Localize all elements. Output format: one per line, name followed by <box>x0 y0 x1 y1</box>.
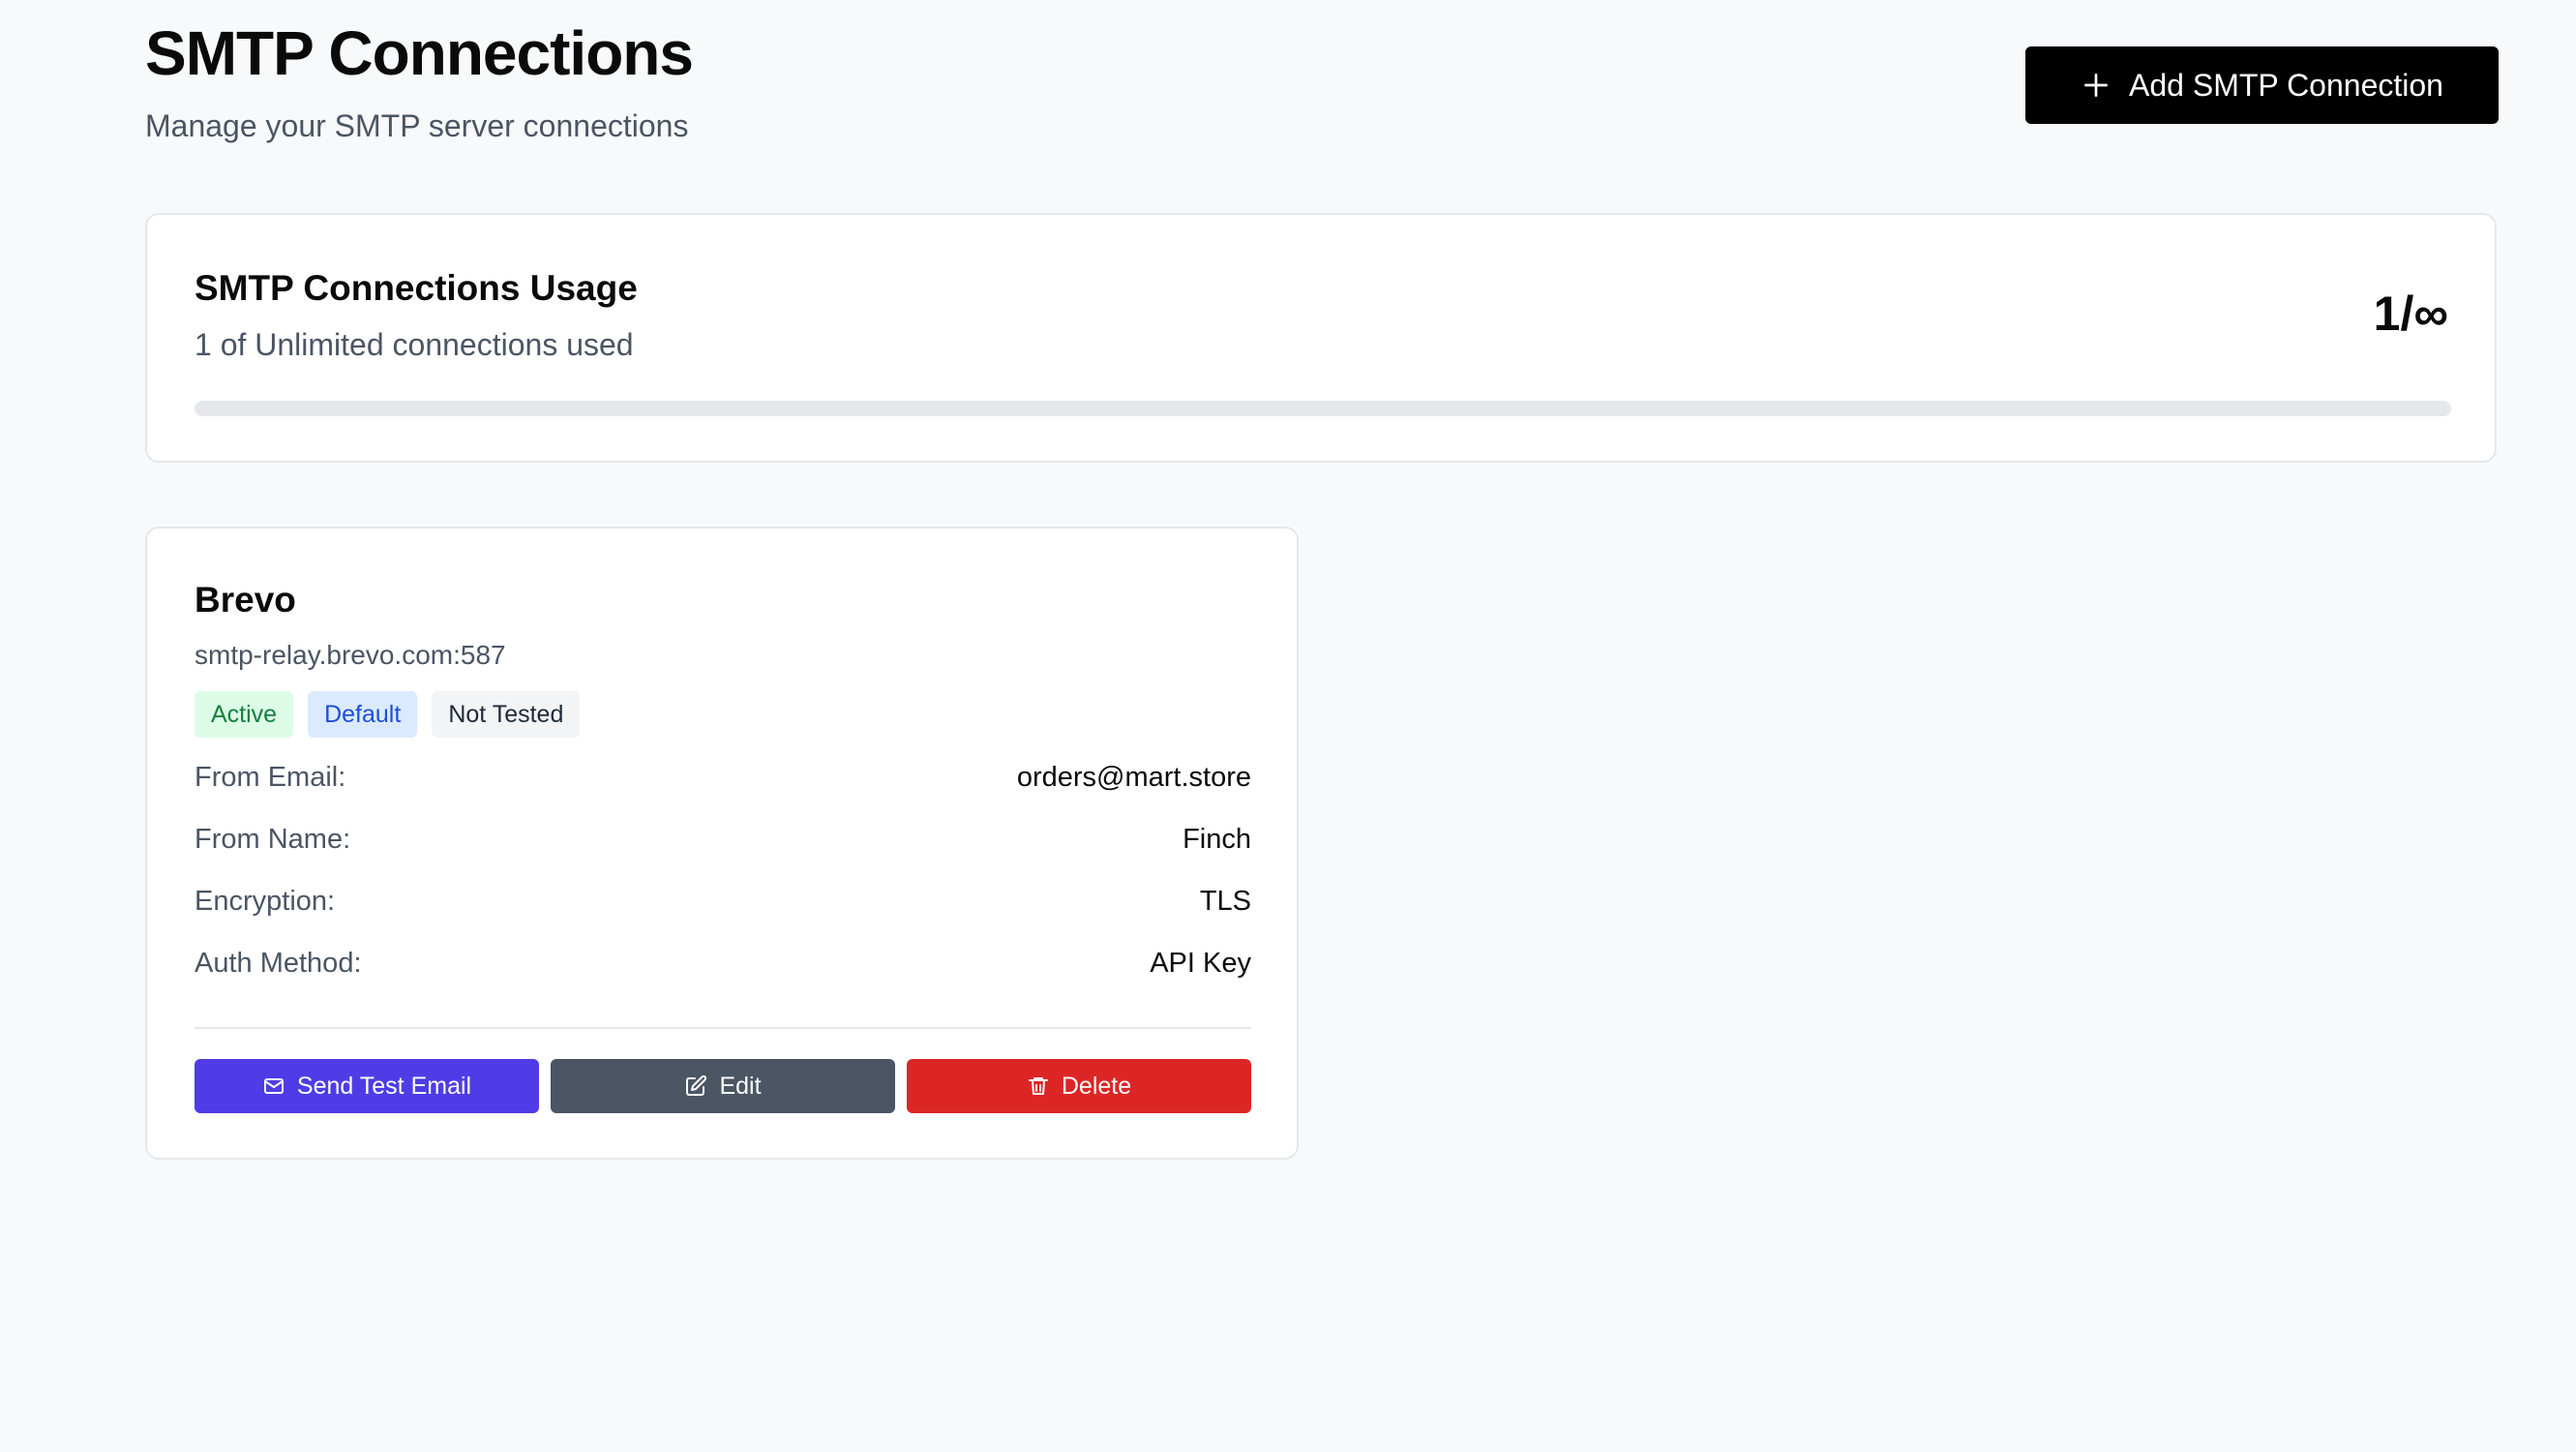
connection-actions: Send Test Email Edit Delete <box>195 1059 1251 1113</box>
edit-icon <box>686 1074 707 1096</box>
connection-host: smtp-relay.brevo.com:587 <box>195 640 506 670</box>
send-test-email-button[interactable]: Send Test Email <box>195 1059 539 1113</box>
test-status-badge: Not Tested <box>432 691 581 738</box>
connection-card: Brevo smtp-relay.brevo.com:587 Active De… <box>145 527 1299 1160</box>
default-badge: Default <box>308 691 418 738</box>
usage-count: 1/∞ <box>2373 287 2448 341</box>
detail-row-from-name: From Name: Finch <box>195 820 1251 859</box>
auth-method-value: API Key <box>1150 947 1251 979</box>
detail-row-encryption: Encryption: TLS <box>195 882 1251 921</box>
mail-icon <box>263 1078 284 1094</box>
delete-button[interactable]: Delete <box>907 1059 1251 1113</box>
send-test-email-label: Send Test Email <box>296 1072 472 1100</box>
connection-name: Brevo <box>195 580 296 620</box>
page-title: SMTP Connections <box>145 18 694 88</box>
from-name-value: Finch <box>1183 823 1251 855</box>
detail-row-from-email: From Email: orders@mart.store <box>195 758 1251 797</box>
active-badge: Active <box>195 691 294 738</box>
edit-label: Edit <box>719 1072 762 1100</box>
from-email-value: orders@mart.store <box>1016 761 1251 793</box>
auth-method-label: Auth Method: <box>195 947 362 979</box>
trash-icon <box>1028 1077 1048 1095</box>
usage-card: SMTP Connections Usage 1 of Unlimited co… <box>145 213 2497 463</box>
from-name-label: From Name: <box>195 823 351 855</box>
detail-row-auth-method: Auth Method: API Key <box>195 944 1251 983</box>
add-smtp-connection-label: Add SMTP Connection <box>2129 67 2443 103</box>
add-smtp-connection-button[interactable]: Add SMTP Connection <box>2025 46 2499 124</box>
page-subtitle: Manage your SMTP server connections <box>145 108 689 143</box>
from-email-label: From Email: <box>195 761 346 793</box>
usage-progress-bar <box>195 401 2451 416</box>
edit-button[interactable]: Edit <box>551 1059 895 1113</box>
delete-label: Delete <box>1061 1072 1132 1100</box>
status-badges: Active Default Not Tested <box>195 691 581 738</box>
usage-title: SMTP Connections Usage <box>195 268 638 308</box>
encryption-label: Encryption: <box>195 885 336 917</box>
divider <box>195 1027 1251 1029</box>
plus-icon <box>2081 70 2112 101</box>
usage-description: 1 of Unlimited connections used <box>195 327 634 362</box>
encryption-value: TLS <box>1199 885 1251 917</box>
